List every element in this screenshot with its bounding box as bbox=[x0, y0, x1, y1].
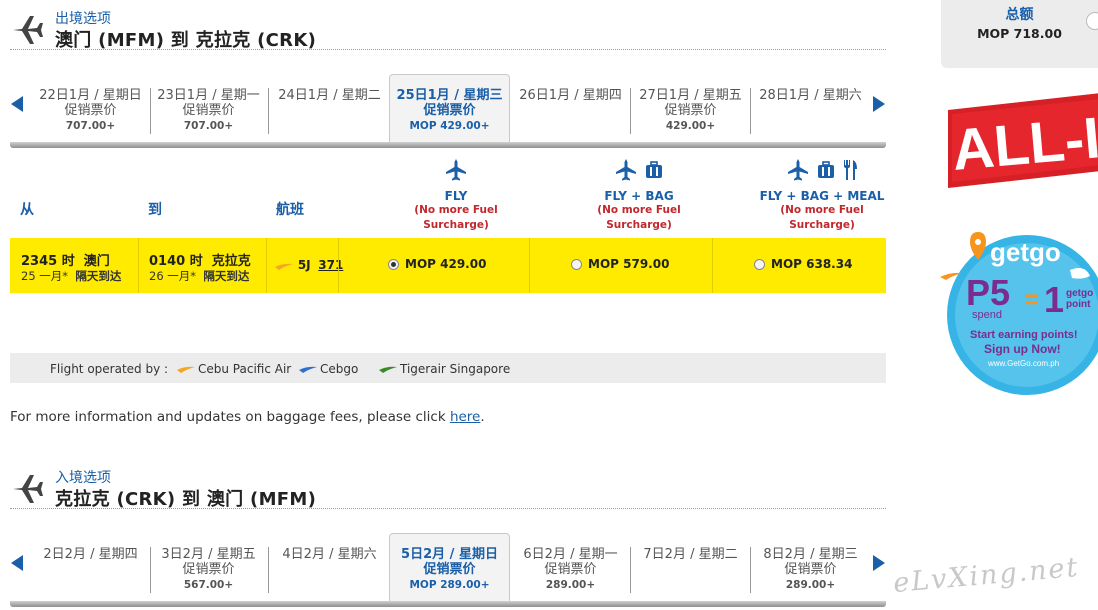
inbound-kicker: 入境选项 bbox=[55, 470, 111, 486]
next-dates-arrow-icon[interactable] bbox=[873, 96, 885, 112]
date-tab-selected[interactable]: 5日2月 / 星期日 促销票价 MOP 289.00+ bbox=[389, 533, 510, 601]
watermark-text: eLvXing.net bbox=[892, 551, 1081, 600]
total-value: MOP 718.00 bbox=[977, 26, 1062, 41]
col-from: 从 bbox=[20, 202, 34, 218]
baggage-info-link[interactable]: here bbox=[450, 409, 480, 425]
plane-icon bbox=[616, 159, 636, 181]
date-tab-1[interactable]: 3日2月 / 星期五 促销票价 567.00+ bbox=[148, 539, 269, 597]
fare-option-fly-bag[interactable]: MOP 579.00 bbox=[571, 257, 669, 271]
fare-option-fly[interactable]: MOP 429.00 bbox=[388, 257, 486, 271]
date-tab-0[interactable]: 2日2月 / 星期四 bbox=[30, 539, 151, 597]
operator-cebu-pacific: Cebu Pacific Air bbox=[176, 362, 291, 376]
date-tab-6[interactable]: 28日1月 / 星期六 bbox=[750, 80, 871, 138]
outbound-header: 出境选项 澳门 (MFM) 到 克拉克 (CRK) bbox=[10, 6, 886, 51]
baggage-info-text: For more information and updates on bagg… bbox=[10, 409, 485, 425]
meal-icon bbox=[844, 160, 857, 180]
prev-dates-arrow-icon[interactable] bbox=[11, 555, 23, 571]
date-tab-6[interactable]: 8日2月 / 星期三 促销票价 289.00+ bbox=[750, 539, 871, 597]
baggage-icon bbox=[818, 161, 834, 178]
operator-cebgo: Cebgo bbox=[298, 362, 358, 376]
total-title: 总额 bbox=[1005, 7, 1034, 23]
operators-bar: Flight operated by : Cebu Pacific Air Ce… bbox=[10, 353, 886, 383]
svg-text:Start earning points!: Start earning points! bbox=[970, 329, 1078, 341]
radio-selected[interactable] bbox=[388, 258, 399, 270]
date-tab-selected[interactable]: 25日1月 / 星期三 促销票价 MOP 429.00+ bbox=[389, 74, 510, 142]
flight-number-cell: 5J 371 bbox=[266, 238, 343, 293]
getgo-logo-text: getgo bbox=[990, 237, 1061, 267]
getgo-promo-banner[interactable]: getgo P5 spend = 1 getgo point Start ear… bbox=[940, 220, 1098, 410]
svg-text:point: point bbox=[1066, 299, 1091, 310]
date-tab-2[interactable]: 4日2月 / 星期六 bbox=[269, 539, 390, 597]
inbound-header: 入境选项 克拉克 (CRK) 到 澳门 (MFM) bbox=[10, 465, 886, 510]
fare-header-fly: FLY (No more Fuel Surcharge) bbox=[376, 156, 536, 233]
outbound-date-strip: 22日1月 / 星期日 促销票价 707.00+ 23日1月 / 星期一 促销票价 70… bbox=[10, 74, 886, 152]
airplane-icon bbox=[13, 16, 43, 44]
plane-icon bbox=[446, 159, 466, 181]
cebgo-logo-icon bbox=[299, 366, 317, 373]
operator-tigerair: Tigerair Singapore bbox=[378, 362, 510, 376]
airplane-icon bbox=[13, 475, 43, 503]
flight-row: 2345 时 澳门 25 一月* 隔天到达 0140 时 克拉克 26 一月* … bbox=[10, 238, 886, 293]
date-tab-4[interactable]: 6日2月 / 星期一 促销票价 289.00+ bbox=[510, 539, 631, 597]
date-tab-0[interactable]: 22日1月 / 星期日 促销票价 707.00+ bbox=[30, 80, 151, 138]
svg-text:P5: P5 bbox=[966, 272, 1010, 313]
svg-text:=: = bbox=[1024, 284, 1039, 314]
svg-text:getgo: getgo bbox=[1066, 288, 1093, 299]
outbound-kicker: 出境选项 bbox=[55, 11, 111, 27]
date-tab-2[interactable]: 24日1月 / 星期二 bbox=[269, 80, 390, 138]
svg-text:spend: spend bbox=[972, 309, 1002, 321]
inbound-route-title: 克拉克 (CRK) 到 澳门 (MFM) bbox=[55, 489, 317, 510]
date-tab-5[interactable]: 27日1月 / 星期五 促销票价 429.00+ bbox=[630, 80, 751, 138]
tigerair-logo-icon bbox=[379, 366, 397, 373]
cebu-pacific-logo-icon bbox=[177, 366, 195, 373]
inbound-date-strip: 2日2月 / 星期四 3日2月 / 星期五 促销票价 567.00+ 4日2月 / … bbox=[10, 533, 886, 610]
date-tab-4[interactable]: 26日1月 / 星期四 bbox=[510, 80, 631, 138]
all-in-fare-banner[interactable]: ALL-IN bbox=[940, 92, 1098, 188]
arrival-cell: 0140 时 克拉克 26 一月* 隔天到达 bbox=[149, 254, 251, 283]
radio[interactable] bbox=[571, 258, 582, 270]
cebu-pacific-logo-icon bbox=[275, 263, 293, 270]
plane-icon bbox=[788, 159, 808, 181]
svg-text:Sign up Now!: Sign up Now! bbox=[984, 342, 1061, 356]
col-to: 到 bbox=[148, 202, 162, 218]
col-flight: 航班 bbox=[276, 202, 304, 218]
close-icon[interactable] bbox=[1086, 12, 1098, 30]
fare-header-fly-bag: FLY + BAG (No more Fuel Surcharge) bbox=[559, 156, 719, 233]
fare-header-fly-bag-meal: FLY + BAG + MEAL (No more Fuel Surcharge… bbox=[742, 156, 902, 233]
date-tab-1[interactable]: 23日1月 / 星期一 促销票价 707.00+ bbox=[148, 80, 269, 138]
fare-option-fly-bag-meal[interactable]: MOP 638.34 bbox=[754, 257, 852, 271]
outbound-route-title: 澳门 (MFM) 到 克拉克 (CRK) bbox=[55, 30, 317, 51]
svg-text:1: 1 bbox=[1044, 279, 1064, 320]
total-box: 总额 MOP 718.00 bbox=[941, 0, 1098, 68]
baggage-icon bbox=[646, 161, 662, 178]
radio[interactable] bbox=[754, 258, 765, 270]
fare-table-header: 从 到 航班 FLY (No more Fuel Surcharge) FLY … bbox=[10, 152, 886, 238]
next-dates-arrow-icon[interactable] bbox=[873, 555, 885, 571]
departure-cell: 2345 时 澳门 25 一月* 隔天到达 bbox=[21, 254, 122, 283]
svg-text:www.GetGo.com.ph: www.GetGo.com.ph bbox=[987, 359, 1059, 368]
prev-dates-arrow-icon[interactable] bbox=[11, 96, 23, 112]
flight-number-link[interactable]: 371 bbox=[318, 258, 343, 272]
date-tab-5[interactable]: 7日2月 / 星期二 bbox=[630, 539, 751, 597]
